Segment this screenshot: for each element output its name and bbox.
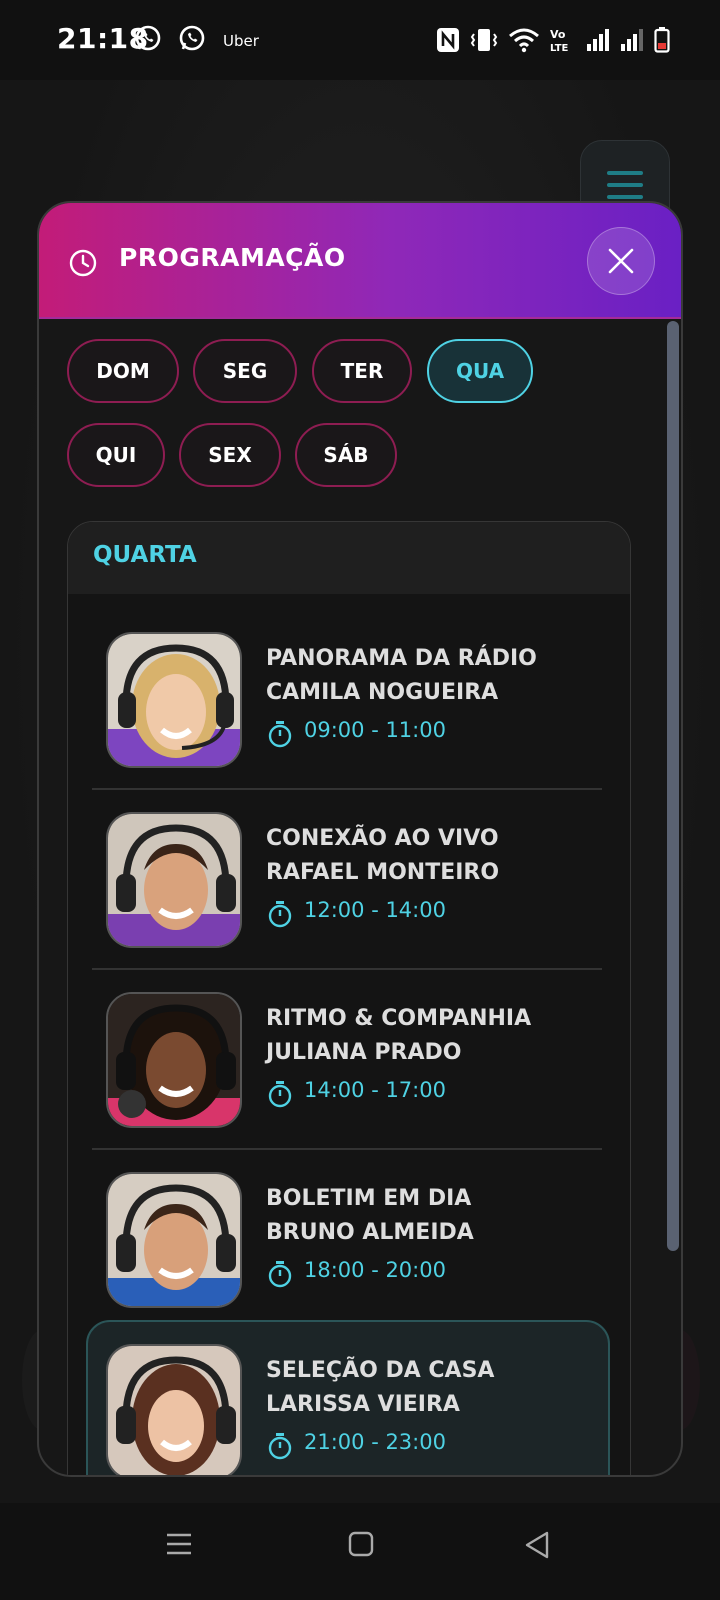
stopwatch-icon [268,901,292,928]
host-name: LARISSA VIEIRA [266,1392,460,1417]
menu-icon-bar [607,195,643,199]
clock-icon [69,249,97,277]
show-title: SELEÇÃO DA CASA [266,1358,495,1383]
status-icons: Vo LTE [436,24,670,56]
day-chip-sex[interactable]: SEX [179,423,281,487]
host-name: JULIANA PRADO [266,1040,462,1065]
back-icon[interactable] [524,1531,550,1559]
whatsapp-icon [179,25,205,51]
volte-icon: Vo LTE [550,28,569,54]
day-chip-sab[interactable]: SÁB [295,423,397,487]
whatsapp-icon [135,25,161,51]
show-title: RITMO & COMPANHIA [266,1006,532,1031]
day-chip-qui[interactable]: QUI [67,423,165,487]
menu-icon [607,171,643,175]
stopwatch-icon [268,1261,292,1288]
signal-icon [621,29,643,51]
scrollbar[interactable] [667,321,679,1251]
host-avatar [106,812,242,948]
stopwatch-icon [268,721,292,748]
navigation-bar [0,1503,720,1600]
show-item[interactable]: CONEXÃO AO VIVO RAFAEL MONTEIRO 12:00 - … [92,790,602,970]
show-item[interactable]: RITMO & COMPANHIA JULIANA PRADO 14:00 - … [92,970,602,1150]
menu-icon-bar [607,183,643,187]
svg-text:LTE: LTE [550,43,569,54]
day-chip-seg[interactable]: SEG [193,339,297,403]
day-chip-qua[interactable]: QUA [427,339,533,403]
show-time: 21:00 - 23:00 [304,1430,446,1454]
uber-notification: Uber [223,32,259,50]
day-chip-ter[interactable]: TER [312,339,412,403]
host-name: RAFAEL MONTEIRO [266,860,500,885]
close-icon [608,248,634,274]
schedule-modal: PROGRAMAÇÃO DOM SEG TER QUA QUI SEX SÁB … [37,201,683,1477]
show-time: 09:00 - 11:00 [304,718,446,742]
host-avatar [106,992,242,1128]
schedule-card-header: QUARTA [68,522,630,594]
status-bar: 21:18 Uber Vo LTE [0,0,720,80]
svg-text:Vo: Vo [550,28,566,41]
stopwatch-icon [268,1081,292,1108]
show-item[interactable]: PANORAMA DA RÁDIO CAMILA NOGUEIRA 09:00 … [92,610,602,790]
host-name: CAMILA NOGUEIRA [266,680,499,705]
show-time: 18:00 - 20:00 [304,1258,446,1282]
home-icon[interactable] [348,1531,374,1557]
recents-menu-icon[interactable] [166,1531,192,1557]
close-button[interactable] [587,227,655,295]
modal-title: PROGRAMAÇÃO [119,243,346,272]
show-time: 14:00 - 17:00 [304,1078,446,1102]
schedule-day-title: QUARTA [93,542,197,568]
show-title: CONEXÃO AO VIVO [266,826,499,851]
wifi-icon [509,28,539,53]
vibrate-icon [470,29,498,51]
nfc-icon [437,28,459,52]
show-item[interactable]: BOLETIM EM DIA BRUNO ALMEIDA 18:00 - 20:… [92,1150,602,1330]
day-chip-dom[interactable]: DOM [67,339,179,403]
host-avatar [106,1344,242,1475]
signal-icon [587,29,609,51]
modal-header: PROGRAMAÇÃO [39,203,681,319]
host-avatar [106,1172,242,1308]
host-name: BRUNO ALMEIDA [266,1220,474,1245]
schedule-card: QUARTA PANORAMA DA RÁDIO CAMILA NOGUEIRA [67,521,631,1475]
show-title: PANORAMA DA RÁDIO [266,646,537,671]
show-time: 12:00 - 14:00 [304,898,446,922]
stopwatch-icon [268,1433,292,1460]
show-item-current[interactable]: SELEÇÃO DA CASA LARISSA VIEIRA 21:00 - 2… [86,1320,610,1475]
host-avatar [106,632,242,768]
show-title: BOLETIM EM DIA [266,1186,472,1211]
battery-icon [654,27,670,53]
